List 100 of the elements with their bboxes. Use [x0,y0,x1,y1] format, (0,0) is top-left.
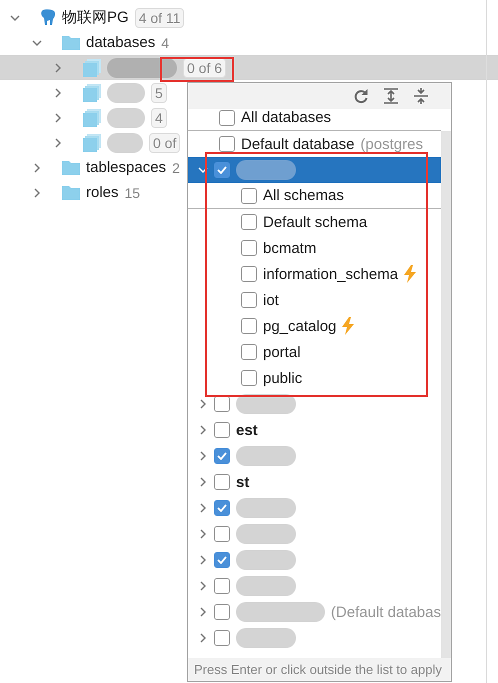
chevron-right-icon[interactable] [53,112,63,122]
chevron-down-icon[interactable] [10,12,20,22]
blurred-name [236,628,296,648]
folder-icon [62,185,80,200]
count-badge: 0 of 6 [183,58,226,78]
blurred-name [236,394,296,414]
folder-icon [62,35,80,50]
checkbox[interactable] [219,110,235,126]
count-badge: 5 [151,82,167,102]
item-label: iot [263,292,279,308]
list-row[interactable]: iot [188,287,441,313]
blurred-name [236,576,296,596]
chevron-right-icon[interactable] [53,138,63,148]
lightning-icon [342,317,354,335]
item-note: (postgres [360,136,423,152]
item-note: (Default databas [330,604,441,620]
item-label: information_schema [263,266,398,282]
list-row[interactable]: public [188,365,441,391]
count-badge: 4 [151,108,167,128]
chevron-right-icon[interactable] [198,607,208,617]
expand-all-icon[interactable] [383,88,399,104]
checkbox[interactable] [241,214,257,230]
checkbox[interactable] [214,474,230,490]
checkbox[interactable] [214,448,230,464]
item-label: bcmatm [263,240,316,256]
chevron-right-icon[interactable] [32,188,42,198]
checkbox[interactable] [241,188,257,204]
scrollbar[interactable] [441,131,451,658]
folder-icon [62,160,80,175]
list-row[interactable]: pg_catalog [188,313,441,339]
stack-icon [83,108,101,126]
item-count: 15 [124,184,140,200]
list-row[interactable]: information_schema [188,261,441,287]
stack-icon [83,58,101,76]
checkbox[interactable] [241,370,257,386]
chevron-right-icon[interactable] [198,581,208,591]
chevron-right-icon[interactable] [198,425,208,435]
folder-label: databases [86,34,156,51]
checkbox[interactable] [241,266,257,282]
check-icon [217,556,227,564]
checkbox[interactable] [214,422,230,438]
chevron-right-icon[interactable] [53,62,63,72]
folder-label: roles [86,184,119,201]
checkbox[interactable] [214,500,230,516]
checkbox[interactable] [214,552,230,568]
chevron-right-icon[interactable] [53,88,63,98]
item-label: Default database [241,136,354,152]
chevron-right-icon[interactable] [198,477,208,487]
item-label: Default schema [263,214,368,230]
item-count: 2 [172,160,180,176]
elephant-icon [40,9,56,26]
checkbox[interactable] [214,396,230,412]
refresh-icon[interactable] [353,88,369,104]
list-row[interactable]: st [188,469,441,495]
connection-name: 物联网PG [62,8,129,27]
checkbox[interactable] [241,240,257,256]
chevron-right-icon[interactable] [198,529,208,539]
checkbox[interactable] [241,292,257,308]
checkbox[interactable] [241,344,257,360]
chevron-right-icon[interactable] [198,555,208,565]
list-row[interactable]: est [188,417,441,443]
checkbox[interactable] [241,318,257,334]
stack-icon [83,134,101,152]
blurred-name [236,446,296,466]
list-row[interactable]: All databases [188,109,441,131]
count-badge: 0 of [149,132,180,152]
list-row[interactable]: Default schema [188,209,441,235]
hint-text: Press Enter or click outside the list to apply [188,658,451,681]
check-icon [217,452,227,460]
list-row[interactable]: portal [188,339,441,365]
chevron-right-icon[interactable] [198,399,208,409]
chevron-right-icon[interactable] [198,451,208,461]
chevron-right-icon[interactable] [198,633,208,643]
checkbox[interactable] [214,526,230,542]
list-row[interactable]: Default database (postgres [188,131,441,157]
item-count: 4 [161,34,170,50]
chevron-right-icon[interactable] [198,503,208,513]
blurred-name [236,498,296,518]
blurred-name [107,108,145,128]
item-label: public [263,370,302,386]
database-name: st [236,474,250,490]
list-row[interactable]: bcmatm [188,235,441,261]
blurred-name [236,550,296,570]
checkbox[interactable] [219,136,235,152]
list-row[interactable]: All schemas [188,183,441,209]
checkbox[interactable] [214,630,230,646]
collapse-all-icon[interactable] [413,88,429,104]
blurred-name [236,160,296,180]
checkbox[interactable] [214,604,230,620]
chevron-down-icon[interactable] [32,38,42,48]
blurred-name [107,82,145,102]
checkbox[interactable] [214,578,230,594]
blurred-name [107,58,177,78]
chevron-right-icon[interactable] [32,162,42,172]
stack-icon [83,84,101,102]
check-icon [217,504,227,512]
check-icon [217,166,227,174]
blurred-name [107,132,143,152]
checkbox[interactable] [214,162,230,178]
chevron-down-icon[interactable] [198,165,208,175]
